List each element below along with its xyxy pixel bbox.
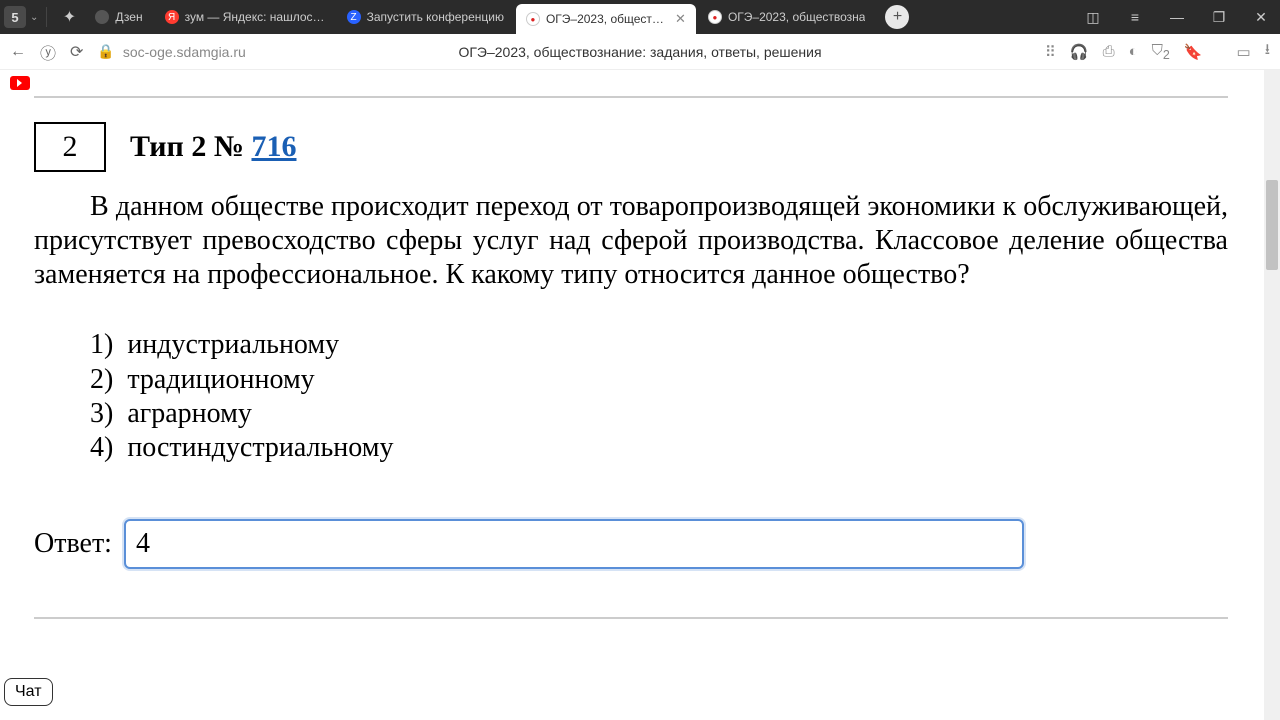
favicon-zoom: Z <box>347 10 361 24</box>
url-text: soc-oge.sdamgia.ru <box>123 44 246 60</box>
favicon-sdamgia <box>526 12 540 26</box>
lock-icon: 🔒 <box>97 43 114 60</box>
maximize-icon[interactable]: ❐ <box>1204 2 1234 32</box>
new-tab-button[interactable]: + <box>885 5 909 29</box>
scrollbar-thumb[interactable] <box>1266 180 1278 270</box>
yandex-icon[interactable]: ⓨ <box>40 40 56 64</box>
question-title: Тип 2 № 716 <box>130 130 296 164</box>
question-text: В данном обществе происходит переход от … <box>34 190 1228 292</box>
tab-label: зум — Яндекс: нашлось 5 <box>185 10 325 24</box>
menu-icon[interactable]: ≡ <box>1120 2 1150 32</box>
favicon-sdamgia <box>708 10 722 24</box>
option-2: 2) традиционному <box>90 363 1228 397</box>
answer-row: Ответ: <box>34 519 1228 569</box>
tab-label: Дзен <box>115 10 142 24</box>
option-4: 4) постиндустриальному <box>90 431 1228 465</box>
titlebar-right: ◫ ≡ — ❐ ✕ <box>1078 2 1276 32</box>
page-content: 2 Тип 2 № 716 В данном обществе происход… <box>0 96 1262 720</box>
eye-icon[interactable]: ◐ <box>1129 43 1138 60</box>
answer-label: Ответ: <box>34 528 112 560</box>
question-number-box: 2 <box>34 122 106 172</box>
addressbar-actions: ⠿ 🎧 ⎙ ◐ ⛉2 🔖 ▭ ⭳ <box>1045 39 1270 64</box>
question-type-label: Тип 2 № <box>130 130 251 163</box>
favicon-yandex: Я <box>165 10 179 24</box>
panel-icon[interactable]: ◫ <box>1078 2 1108 32</box>
option-3: 3) аграрному <box>90 397 1228 431</box>
tab-label: ОГЭ–2023, обществоз <box>546 12 667 26</box>
tab-dzen[interactable]: Дзен <box>85 2 152 32</box>
window-titlebar: 5 ⌄ ✦ Дзен Я зум — Яндекс: нашлось 5 Z З… <box>0 0 1280 34</box>
option-1: 1) индустриальному <box>90 328 1228 362</box>
answer-options: 1) индустриальному 2) традиционному 3) а… <box>90 328 1228 465</box>
shield-icon[interactable]: ⛉2 <box>1152 42 1170 62</box>
page-title: ОГЭ–2023, обществознание: задания, ответ… <box>458 44 821 60</box>
tab-oge-active[interactable]: ОГЭ–2023, обществоз ✕ <box>516 4 696 34</box>
tab-zoom[interactable]: Z Запустить конференцию <box>337 2 514 32</box>
tab-yandex-search[interactable]: Я зум — Яндекс: нашлось 5 <box>155 2 335 32</box>
app-badge[interactable]: 5 <box>4 6 26 28</box>
chat-button[interactable]: Чат <box>4 678 53 706</box>
apps-icon[interactable]: ⠿ <box>1045 43 1056 61</box>
app-dropdown-caret[interactable]: ⌄ <box>30 12 38 23</box>
tab-label: ОГЭ–2023, обществозна <box>728 10 866 24</box>
question-link[interactable]: 716 <box>251 130 296 163</box>
download-icon[interactable]: ⭳ <box>1265 39 1270 64</box>
close-window-icon[interactable]: ✕ <box>1246 2 1276 32</box>
close-tab-icon[interactable]: ✕ <box>675 11 686 27</box>
tab-label: Запустить конференцию <box>367 10 504 24</box>
back-button[interactable]: ← <box>10 43 26 61</box>
minimize-icon[interactable]: — <box>1162 2 1192 32</box>
question-header: 2 Тип 2 № 716 <box>34 122 1228 172</box>
divider-top <box>34 96 1228 98</box>
assistant-icon[interactable]: ✦ <box>55 3 83 31</box>
bookmark-icon[interactable]: 🔖 <box>1184 43 1203 61</box>
url-box[interactable]: 🔒 soc-oge.sdamgia.ru <box>97 43 245 60</box>
translate-icon[interactable]: ⎙ <box>1103 43 1115 60</box>
titlebar-left: 5 ⌄ ✦ Дзен Я зум — Яндекс: нашлось 5 Z З… <box>4 0 909 34</box>
bookmarks-bar <box>0 70 1280 96</box>
favicon-dzen <box>95 10 109 24</box>
answer-input[interactable] <box>124 519 1024 569</box>
address-bar: ← ⓨ ⟳ 🔒 soc-oge.sdamgia.ru ОГЭ–2023, общ… <box>0 34 1280 70</box>
tab-oge-2[interactable]: ОГЭ–2023, обществозна <box>698 2 876 32</box>
vertical-scrollbar[interactable] <box>1264 70 1280 720</box>
shield-badge: 2 <box>1163 48 1170 62</box>
headphones-icon[interactable]: 🎧 <box>1070 43 1089 61</box>
youtube-bookmark-icon[interactable] <box>10 76 30 90</box>
divider-bottom <box>34 617 1228 619</box>
sidebar-icon[interactable]: ▭ <box>1237 43 1251 61</box>
reload-button[interactable]: ⟳ <box>70 42 83 62</box>
tab-separator <box>46 7 47 27</box>
